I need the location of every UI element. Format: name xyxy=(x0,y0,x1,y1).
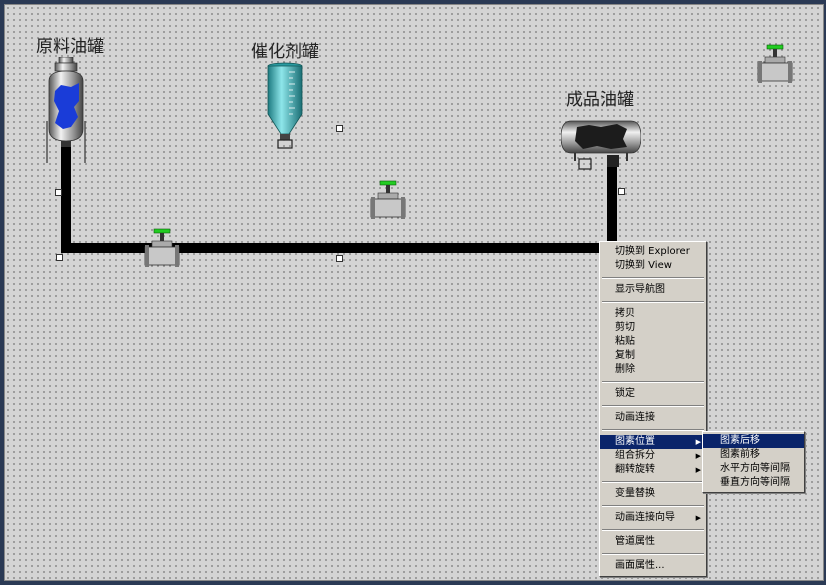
catalyst-tank-label: 催化剂罐 xyxy=(251,42,319,62)
selection-handle[interactable] xyxy=(56,254,63,261)
menu-separator xyxy=(602,529,704,531)
menu-item-label: 剪切 xyxy=(615,322,635,333)
menu-item-label: 翻转旋转 xyxy=(615,464,655,475)
context-menu-item[interactable]: 动画连接向导 ▶ xyxy=(600,511,706,525)
menu-separator xyxy=(602,277,704,279)
menu-separator xyxy=(602,553,704,555)
menu-item-label: 切换到 Explorer xyxy=(615,246,690,257)
context-menu-item[interactable]: 删除 xyxy=(600,363,706,377)
context-menu-item[interactable]: 切换到 View xyxy=(600,259,706,273)
menu-item-label: 图素位置 xyxy=(615,436,655,447)
context-menu-item[interactable]: 画面属性... xyxy=(600,559,706,573)
submenu-item[interactable]: 水平方向等间隔 xyxy=(703,462,804,476)
context-menu-item[interactable]: 锁定 xyxy=(600,387,706,401)
menu-item-label: 删除 xyxy=(615,364,635,375)
triangle-right-icon: ▶ xyxy=(695,466,701,474)
menu-item-label: 组合拆分 xyxy=(615,450,655,461)
context-menu-item[interactable]: 剪切 xyxy=(600,321,706,335)
context-menu-item[interactable]: 动画连接 xyxy=(600,411,706,425)
menu-separator xyxy=(602,381,704,383)
context-menu-item[interactable]: 组合拆分 ▶ xyxy=(600,449,706,463)
menu-separator xyxy=(602,301,704,303)
product-tank-label: 成品油罐 xyxy=(566,90,634,110)
menu-item-label: 动画连接向导 xyxy=(615,512,675,523)
position-submenu: 图素后移图素前移水平方向等间隔 垂直方向等间隔 xyxy=(702,431,805,493)
context-menu-item[interactable]: 图素位置 ▶ xyxy=(600,435,706,449)
menu-separator xyxy=(602,429,704,431)
valve-icon[interactable] xyxy=(368,179,408,219)
hopper-tank-icon[interactable] xyxy=(265,62,305,152)
context-menu-item[interactable]: 显示导航图 xyxy=(600,283,706,297)
context-menu-item[interactable]: 变量替换 xyxy=(600,487,706,501)
menu-item-label: 拷贝 xyxy=(615,308,635,319)
triangle-right-icon: ▶ xyxy=(695,452,701,460)
menu-item-label: 管道属性 xyxy=(615,536,655,547)
menu-item-label: 锁定 xyxy=(615,388,635,399)
menu-item-label: 动画连接 xyxy=(615,412,655,423)
submenu-item[interactable]: 图素前移 xyxy=(703,448,804,462)
context-menu-item[interactable]: 切换到 Explorer xyxy=(600,245,706,259)
submenu-item[interactable]: 图素后移 xyxy=(703,434,804,448)
menu-item-label: 变量替换 xyxy=(615,488,655,499)
context-menu-item[interactable]: 翻转旋转 ▶ xyxy=(600,463,706,477)
submenu-item-label: 垂直方向等间隔 xyxy=(720,477,790,488)
context-menu: 切换到 Explorer 切换到 View 显示导航图拷贝剪切粘贴复制删除锁定动画连… xyxy=(599,241,707,577)
selection-handle[interactable] xyxy=(336,125,343,132)
selection-handle[interactable] xyxy=(618,188,625,195)
horizontal-tank-icon[interactable] xyxy=(561,115,641,171)
menu-item-label: 显示导航图 xyxy=(615,284,665,295)
menu-separator xyxy=(602,505,704,507)
menu-item-label: 粘贴 xyxy=(615,336,635,347)
raw-tank-label: 原料油罐 xyxy=(36,37,104,57)
menu-separator xyxy=(602,481,704,483)
submenu-item-label: 图素前移 xyxy=(720,449,760,460)
menu-item-label: 画面属性... xyxy=(615,560,665,571)
context-menu-item[interactable]: 拷贝 xyxy=(600,307,706,321)
submenu-item-label: 水平方向等间隔 xyxy=(720,463,790,474)
menu-item-label: 切换到 View xyxy=(615,260,672,271)
selection-handle[interactable] xyxy=(55,189,62,196)
menu-item-label: 复制 xyxy=(615,350,635,361)
vertical-tank-icon[interactable] xyxy=(41,57,91,163)
submenu-item-label: 图素后移 xyxy=(720,435,760,446)
drawing-canvas[interactable]: 原料油罐 催化剂罐 成品油罐 切换到 Explorer 切换到 View 显示导… xyxy=(4,4,824,581)
context-menu-item[interactable]: 粘贴 xyxy=(600,335,706,349)
context-menu-item[interactable]: 复制 xyxy=(600,349,706,363)
submenu-item[interactable]: 垂直方向等间隔 xyxy=(703,476,804,490)
triangle-right-icon: ▶ xyxy=(695,438,701,446)
selection-handle[interactable] xyxy=(336,255,343,262)
menu-separator xyxy=(602,405,704,407)
triangle-right-icon: ▶ xyxy=(695,514,701,522)
valve-icon[interactable] xyxy=(755,43,795,83)
context-menu-item[interactable]: 管道属性 xyxy=(600,535,706,549)
valve-icon[interactable] xyxy=(141,227,181,267)
